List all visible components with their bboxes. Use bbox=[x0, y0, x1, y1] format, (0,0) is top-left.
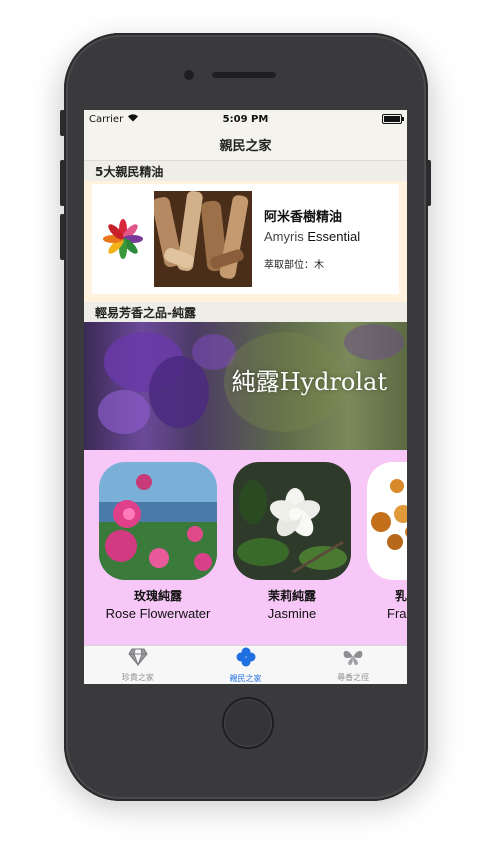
section-title-hydrolat: 輕易芳香之品-純露 bbox=[95, 305, 196, 320]
butterfly-icon bbox=[342, 648, 364, 670]
hydrolat-banner[interactable]: 純露Hydrolat bbox=[84, 322, 407, 450]
oil-name-en: Amyris Essential bbox=[264, 229, 360, 244]
hydrolat-carousel[interactable]: 玫瑰純露 Rose Flowerwater 茉莉純露 Jasmine 乳 Fra bbox=[84, 450, 407, 646]
mute-switch bbox=[60, 110, 65, 136]
hydrolat-name-en: Jasmine bbox=[267, 606, 317, 621]
power-button bbox=[426, 160, 431, 206]
hydrolat-name-zh: 茉莉純露 bbox=[267, 589, 316, 603]
clover-icon bbox=[236, 647, 256, 671]
hydrolat-name-zh: 玫瑰純露 bbox=[133, 589, 182, 603]
tab-precious-home[interactable]: 珍貴之家 bbox=[84, 646, 192, 684]
brand-flower-icon bbox=[92, 219, 154, 259]
tab-label: 親民之家 bbox=[229, 673, 262, 683]
oil-info: 阿米香樹精油 Amyris Essential 萃取部位：木 bbox=[252, 202, 360, 271]
oil-name-latin: Amyris bbox=[264, 229, 304, 244]
section-title-oils: 5大親民精油 bbox=[95, 164, 164, 179]
oil-name-en-word: Essential bbox=[307, 229, 361, 244]
earpiece-speaker bbox=[212, 72, 276, 78]
volume-up-button bbox=[60, 160, 65, 206]
status-bar: Carrier 5:09 PM bbox=[84, 110, 407, 128]
app-screen: Carrier 5:09 PM 親民之家 5大親民精油 阿米香樹精油 Amyri… bbox=[84, 110, 407, 684]
tab-label: 尋香之徑 bbox=[337, 672, 370, 682]
oil-card-container: 阿米香樹精油 Amyris Essential 萃取部位：木 bbox=[84, 181, 407, 302]
tab-label: 珍貴之家 bbox=[121, 672, 154, 682]
hydrolat-item-rose[interactable]: 玫瑰純露 Rose Flowerwater bbox=[99, 462, 217, 646]
tab-affordable-home[interactable]: 親民之家 bbox=[192, 646, 300, 684]
nav-bar: 親民之家 bbox=[84, 128, 407, 161]
volume-down-button bbox=[60, 214, 65, 260]
hydrolat-name-en: Rose Flowerwater bbox=[105, 606, 211, 621]
amyris-wood-image bbox=[154, 191, 252, 287]
hydrolat-item-frankincense[interactable]: 乳 Fra bbox=[367, 462, 407, 646]
tab-bar: 珍貴之家 親民之家 尋香之徑 bbox=[84, 645, 407, 684]
oil-name-zh: 阿米香樹精油 bbox=[264, 210, 343, 225]
frankincense-image bbox=[367, 462, 407, 580]
status-time: 5:09 PM bbox=[222, 113, 269, 125]
oil-extraction-part: 萃取部位：木 bbox=[264, 260, 324, 271]
section-header-hydrolat: 輕易芳香之品-純露 bbox=[84, 302, 407, 322]
hydrolat-name-en: Fra bbox=[387, 606, 407, 621]
hydrolat-name-zh: 乳 bbox=[395, 589, 407, 603]
banner-title: 純露Hydrolat bbox=[231, 368, 387, 396]
jasmine-image bbox=[233, 462, 351, 580]
hydrolat-item-jasmine[interactable]: 茉莉純露 Jasmine bbox=[233, 462, 351, 646]
oil-card[interactable]: 阿米香樹精油 Amyris Essential 萃取部位：木 bbox=[92, 184, 399, 294]
section-header-oils: 5大親民精油 bbox=[84, 161, 407, 181]
rose-image bbox=[99, 462, 217, 580]
tab-scent-path[interactable]: 尋香之徑 bbox=[299, 646, 407, 684]
front-camera bbox=[184, 70, 194, 80]
home-button[interactable] bbox=[222, 697, 274, 749]
nav-title: 親民之家 bbox=[219, 138, 272, 154]
diamond-icon bbox=[128, 648, 148, 670]
battery-icon bbox=[382, 114, 404, 124]
